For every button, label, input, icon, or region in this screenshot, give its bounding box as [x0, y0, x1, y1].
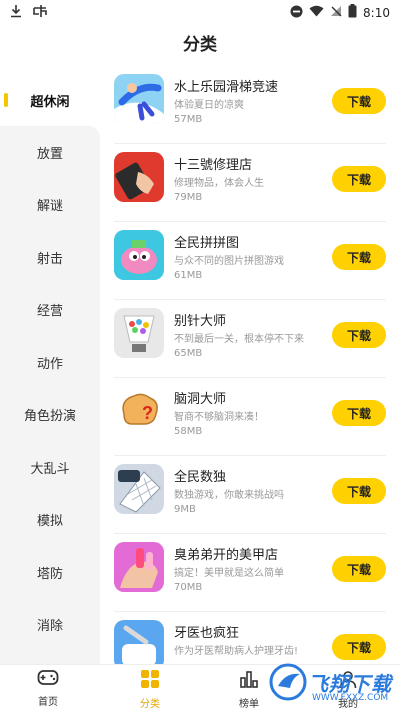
tab-label: 榜单 — [239, 699, 259, 710]
download-button[interactable]: 下载 — [332, 400, 386, 426]
download-icon — [10, 4, 22, 22]
tab-home[interactable]: 首页 — [18, 669, 78, 709]
sidebar-item-tafang[interactable]: 塔防 — [0, 546, 100, 598]
download-button[interactable]: 下载 — [332, 556, 386, 582]
pin-master-app-icon — [114, 308, 164, 358]
grid-icon — [140, 669, 160, 693]
app-size: 65MB — [174, 348, 203, 359]
battery-icon — [348, 4, 357, 22]
page-title: 分类 — [183, 35, 217, 55]
app-list[interactable]: 水上乐园滑梯竞速 体验夏日的凉爽 57MB 下载 十三號修理店 修理物品，体会人… — [100, 66, 400, 664]
sidebar-item-xiaochu[interactable]: 消除 — [0, 598, 100, 650]
svg-text:?: ? — [142, 403, 153, 423]
app-size: 79MB — [174, 192, 203, 203]
category-sidebar: 超休闲 放置 解谜 射击 经营 动作 角色扮演 大乱斗 模拟 塔防 消除 — [0, 74, 100, 664]
app-desc: 修理物品，体会人生 — [174, 178, 264, 189]
list-item[interactable]: 全民数独 数独游戏，你敢来挑战吗 9MB 下载 — [100, 456, 400, 534]
app-name: 牙医也疯狂 — [174, 626, 240, 641]
dentist-app-icon — [114, 620, 164, 664]
download-button[interactable]: 下载 — [332, 88, 386, 114]
app-name: 别针大师 — [174, 314, 227, 329]
status-bar: 8:10 — [0, 0, 400, 26]
list-item[interactable]: 全民拼拼图 与众不同的图片拼图游戏 61MB 下载 — [100, 222, 400, 300]
app-notification-icon — [32, 4, 48, 22]
app-name: 脑洞大师 — [174, 392, 227, 407]
app-name: 水上乐园滑梯竞速 — [174, 80, 279, 95]
list-item[interactable]: ? 脑洞大师 智商不够脑洞来凑！ 58MB 下载 — [100, 378, 400, 456]
tab-label: 分类 — [140, 699, 160, 710]
app-size: 70MB — [174, 582, 203, 593]
app-size: 57MB — [174, 114, 203, 125]
app-desc: 搞定！美甲就是这么简单 — [174, 568, 284, 579]
app-name: 臭弟弟开的美甲店 — [174, 548, 279, 563]
download-button[interactable]: 下载 — [332, 322, 386, 348]
list-item[interactable]: 臭弟弟开的美甲店 搞定！美甲就是这么简单 70MB 下载 — [100, 534, 400, 612]
sidebar-item-dongzuo[interactable]: 动作 — [0, 336, 100, 388]
watermark-logo-icon — [269, 663, 307, 701]
nail-salon-app-icon — [114, 542, 164, 592]
status-time: 8:10 — [363, 6, 390, 20]
sudoku-app-icon — [114, 464, 164, 514]
waterslide-app-icon — [114, 74, 164, 124]
app-size: 9MB — [174, 504, 196, 515]
watermark-url: WWW.FXXZ.COM — [312, 693, 389, 703]
list-item[interactable]: 别针大师 不到最后一关，根本停不下来 65MB 下载 — [100, 300, 400, 378]
app-desc: 智商不够脑洞来凑！ — [174, 412, 264, 423]
app-desc: 不到最后一关，根本停不下来 — [174, 334, 304, 345]
dnd-icon — [290, 5, 303, 22]
app-name: 十三號修理店 — [174, 158, 253, 173]
sidebar-item-chaoxiuxian[interactable]: 超休闲 — [0, 74, 100, 126]
tab-category[interactable]: 分类 — [120, 669, 180, 710]
repair-shop-app-icon — [114, 152, 164, 202]
sidebar-item-daluandou[interactable]: 大乱斗 — [0, 441, 100, 493]
sidebar-item-sheji[interactable]: 射击 — [0, 231, 100, 283]
app-desc: 与众不同的图片拼图游戏 — [174, 256, 284, 267]
wifi-icon — [309, 5, 324, 21]
no-signal-icon — [330, 5, 342, 21]
app-size: 61MB — [174, 270, 203, 281]
app-name: 全民数独 — [174, 470, 227, 485]
sidebar-item-jueseban[interactable]: 角色扮演 — [0, 388, 100, 440]
app-size: 58MB — [174, 426, 203, 437]
tab-label: 首页 — [38, 697, 58, 708]
app-desc: 体验夏日的凉爽 — [174, 100, 244, 111]
sidebar-item-moni[interactable]: 模拟 — [0, 493, 100, 545]
download-button[interactable]: 下载 — [332, 478, 386, 504]
sidebar-item-fangzhi[interactable]: 放置 — [0, 126, 100, 178]
site-watermark: 飞翔下载 WWW.FXXZ.COM — [268, 655, 398, 709]
list-item[interactable]: 十三號修理店 修理物品，体会人生 79MB 下载 — [100, 144, 400, 222]
rank-icon — [239, 669, 259, 693]
download-button[interactable]: 下载 — [332, 244, 386, 270]
app-desc: 数独游戏，你敢来挑战吗 — [174, 490, 284, 501]
app-name: 全民拼拼图 — [174, 236, 240, 251]
puzzle-app-icon — [114, 230, 164, 280]
list-item[interactable]: 水上乐园滑梯竞速 体验夏日的凉爽 57MB 下载 — [100, 66, 400, 144]
download-button[interactable]: 下载 — [332, 166, 386, 192]
brain-app-icon: ? — [114, 386, 164, 436]
gamepad-icon — [37, 669, 59, 691]
sidebar-item-jingying[interactable]: 经营 — [0, 283, 100, 335]
sidebar-item-jiemi[interactable]: 解谜 — [0, 178, 100, 230]
